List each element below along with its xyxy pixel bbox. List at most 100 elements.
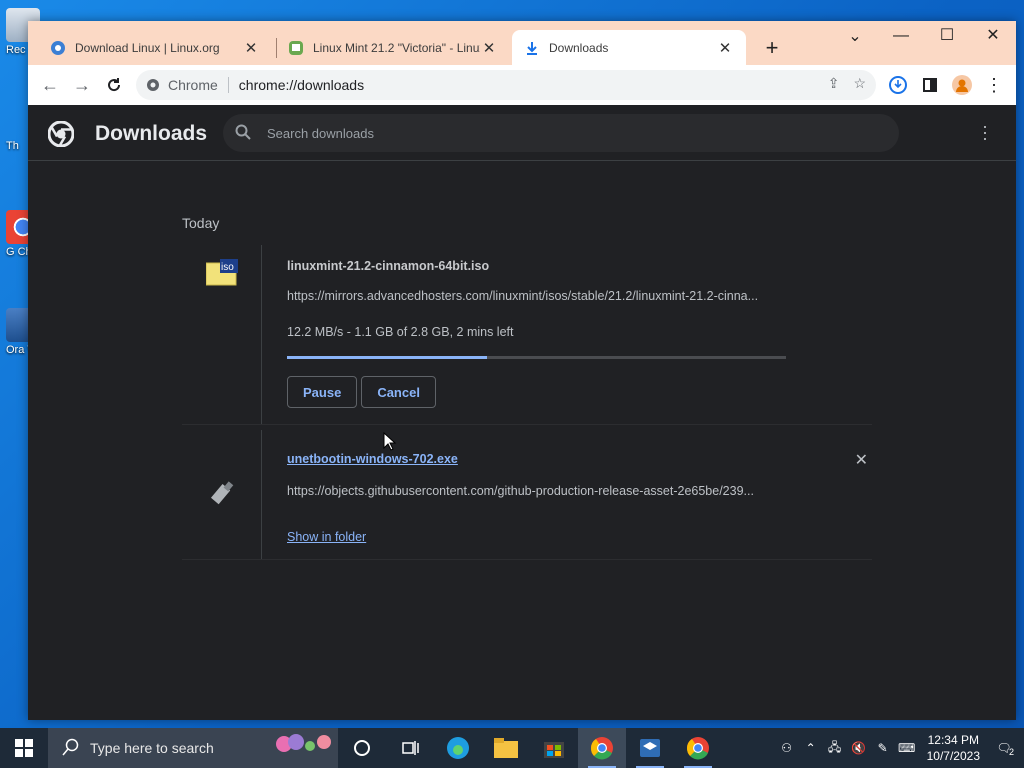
file-url[interactable]: https://mirrors.advancedhosters.com/linu…: [287, 289, 787, 303]
minimize-button[interactable]: —: [889, 27, 913, 45]
tab-strip: Download Linux | Linux.org ✕ Linux Mint …: [28, 21, 1016, 65]
tab-downloads[interactable]: Downloads ✕: [512, 30, 746, 65]
search-downloads-input[interactable]: Search downloads: [223, 114, 899, 152]
downloads-header: Downloads Search downloads · · ·: [28, 105, 1016, 161]
tab-close-icon[interactable]: ✕: [480, 39, 498, 57]
tab-close-icon[interactable]: ✕: [242, 39, 260, 57]
virtualbox-app-button[interactable]: [626, 728, 674, 768]
mouse-cursor-icon: [383, 431, 397, 457]
chrome-chip[interactable]: Chrome: [146, 77, 218, 93]
balloons-icon: [270, 732, 334, 765]
network-icon[interactable]: 🖧: [823, 738, 847, 759]
folder-icon: [494, 738, 518, 758]
notifications-icon[interactable]: 🗨 2: [992, 741, 1016, 757]
task-view-icon-button[interactable]: [386, 728, 434, 768]
chrome-app-button-2[interactable]: [674, 728, 722, 768]
linux-mint-favicon: [288, 40, 304, 56]
download-actions: Pause Cancel: [287, 376, 872, 408]
svg-text:iso: iso: [221, 262, 234, 273]
remove-item-icon[interactable]: ✕: [855, 450, 868, 470]
new-tab-button[interactable]: +: [760, 35, 784, 61]
close-window-button[interactable]: ✕: [981, 25, 1005, 45]
usb-drive-icon: [208, 480, 236, 513]
tab-close-icon[interactable]: ✕: [716, 39, 734, 57]
browser-window: Download Linux | Linux.org ✕ Linux Mint …: [28, 21, 1016, 720]
show-hidden-icons-chevron-icon[interactable]: ⌃: [799, 741, 823, 755]
download-favicon: [524, 40, 540, 56]
chrome-logo-icon: [47, 120, 75, 152]
reload-icon: [108, 78, 121, 92]
chrome-icon: [590, 737, 613, 760]
store-icon: [544, 742, 564, 758]
chrome-icon: [686, 737, 709, 760]
keyboard-icon[interactable]: ⌨: [895, 741, 919, 755]
task-view-icon: [402, 741, 419, 755]
omnibox-divider: [227, 77, 229, 93]
file-icon-column: iso: [182, 245, 262, 424]
file-name-link[interactable]: unetbootin-windows-702.exe: [287, 452, 458, 466]
pause-button[interactable]: Pause: [287, 376, 358, 408]
forward-button[interactable]: →: [70, 73, 94, 97]
download-status: 12.2 MB/s - 1.1 GB of 2.8 GB, 2 mins lef…: [287, 325, 514, 339]
start-button[interactable]: [0, 728, 48, 768]
people-icon[interactable]: ⚇: [775, 741, 799, 755]
download-item: iso linuxmint-21.2-cinnamon-64bit.iso ht…: [182, 245, 872, 425]
taskbar-search-placeholder: Type here to search: [90, 740, 214, 756]
iso-file-icon: iso: [205, 259, 238, 292]
edge-app-button[interactable]: [434, 728, 482, 768]
download-progress-icon: [889, 76, 907, 94]
reload-button[interactable]: [102, 73, 126, 97]
volume-muted-icon[interactable]: 🔇: [847, 741, 871, 755]
side-panel-icon: [923, 78, 937, 92]
pen-icon[interactable]: ✎: [871, 741, 895, 755]
cancel-button[interactable]: Cancel: [361, 376, 436, 408]
search-icon: [235, 124, 251, 143]
search-placeholder: Search downloads: [267, 125, 374, 141]
chrome-menu-button[interactable]: ⋮: [982, 73, 1006, 97]
task-view-button[interactable]: [338, 728, 386, 768]
windows-logo-icon: [15, 739, 33, 757]
virtualbox-icon: [640, 739, 660, 757]
clock-date: 10/7/2023: [926, 749, 980, 763]
share-icon[interactable]: ⇪: [828, 75, 840, 92]
side-panel-button[interactable]: [918, 73, 942, 97]
taskbar-search-box[interactable]: Type here to search: [48, 728, 338, 768]
profile-button[interactable]: [950, 73, 974, 97]
avatar-icon: [952, 75, 972, 95]
download-item: unetbootin-windows-702.exe https://objec…: [182, 430, 872, 560]
chrome-icon: [147, 79, 159, 91]
clock-time: 12:34 PM: [927, 733, 979, 747]
file-explorer-app-button[interactable]: [482, 728, 530, 768]
taskbar: Type here to search ⚇ ⌃ 🖧 🔇 ✎ ⌨ 12:34 PM…: [0, 728, 1024, 768]
linux-org-favicon: [50, 40, 66, 56]
page-title: Downloads: [95, 122, 208, 145]
tab-search-chevron-icon[interactable]: ⌄: [843, 26, 867, 46]
file-icon-column: [182, 430, 262, 559]
download-item-body: unetbootin-windows-702.exe https://objec…: [287, 430, 872, 546]
downloads-toolbar-button[interactable]: [886, 73, 910, 97]
address-bar[interactable]: Chrome chrome://downloads ⇪ ☆: [136, 70, 876, 100]
clock[interactable]: 12:34 PM 10/7/2023: [927, 732, 980, 764]
more-actions-icon[interactable]: · · ·: [982, 117, 988, 147]
cortana-icon: [354, 740, 370, 756]
download-progress-bar: [287, 356, 786, 359]
url-text[interactable]: chrome://downloads: [239, 77, 364, 93]
file-url[interactable]: https://objects.githubusercontent.com/gi…: [287, 484, 787, 498]
back-button[interactable]: ←: [38, 73, 62, 97]
chrome-app-button[interactable]: [578, 728, 626, 768]
notification-count: 2: [1008, 747, 1014, 757]
browser-toolbar: ← → Chrome chrome://downloads ⇪ ☆ ⋮: [28, 65, 1016, 105]
system-tray: ⚇ ⌃ 🖧 🔇 ✎ ⌨ 12:34 PM 10/7/2023 🗨 2: [775, 728, 1024, 768]
bookmark-star-icon[interactable]: ☆: [853, 75, 866, 92]
show-in-folder-link[interactable]: Show in folder: [287, 530, 366, 544]
search-icon: [62, 738, 80, 759]
file-name: linuxmint-21.2-cinnamon-64bit.iso: [287, 259, 490, 273]
maximize-button[interactable]: ☐: [935, 25, 959, 45]
section-date-label: Today: [182, 215, 220, 231]
edge-icon: [447, 737, 469, 759]
store-app-button[interactable]: [530, 728, 578, 768]
tab-download-linux[interactable]: Download Linux | Linux.org ✕: [38, 30, 272, 65]
download-item-body: linuxmint-21.2-cinnamon-64bit.iso https:…: [287, 245, 872, 408]
tab-linux-mint[interactable]: Linux Mint 21.2 "Victoria" - Linux ✕: [276, 30, 510, 65]
downloads-page: Downloads Search downloads · · · Today iso: [28, 105, 1016, 720]
